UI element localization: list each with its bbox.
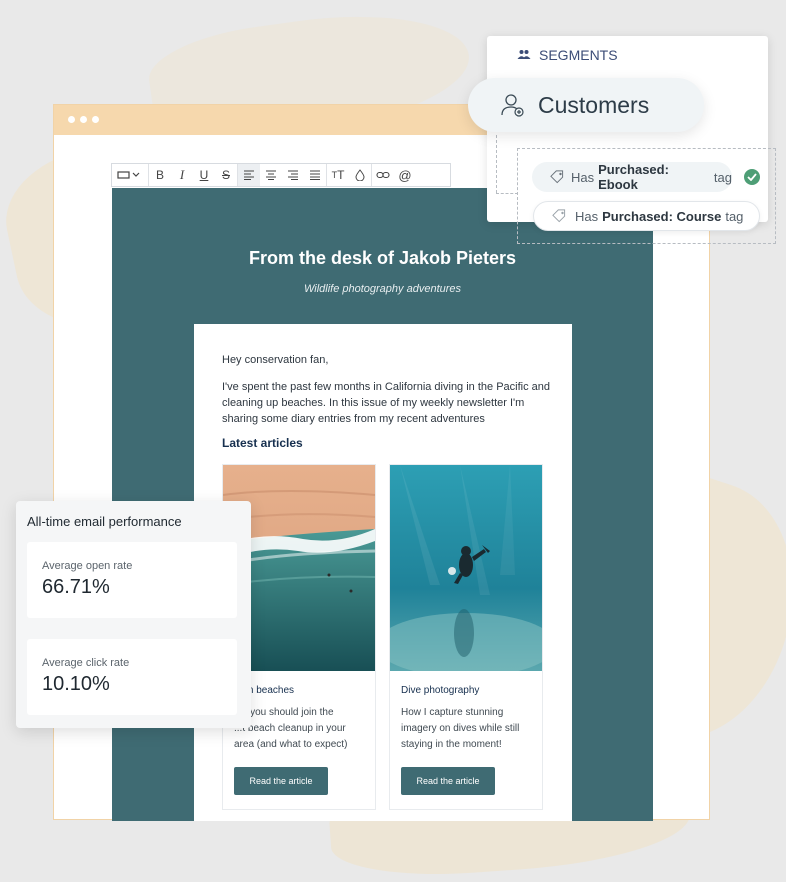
article-description-line: ...y you should join the (234, 707, 334, 718)
underwater-diver-photo (390, 465, 542, 671)
open-rate-card: Average open rate 66.71% (27, 542, 237, 618)
tag-suffix: tag (725, 208, 744, 224)
read-article-button[interactable]: Read the article (401, 767, 495, 795)
align-left-icon[interactable] (238, 164, 260, 186)
tag-icon (552, 209, 567, 223)
metric-label: Average open rate (42, 560, 133, 572)
article-description-line: staying in the moment! (401, 739, 502, 750)
segment-label: Customers (538, 91, 650, 118)
block-style-icon[interactable] (112, 164, 148, 186)
formatting-toolbar: B I U S TT @ (111, 163, 451, 187)
window-control-dot[interactable] (92, 116, 99, 123)
strikethrough-icon[interactable]: S (215, 164, 237, 186)
click-rate-card: Average click rate 10.10% (27, 639, 237, 715)
color-drop-icon[interactable] (349, 164, 371, 186)
tag-icon (550, 170, 565, 184)
email-title[interactable]: From the desk of Jakob Pieters (112, 248, 653, 269)
metric-value: 10.10% (42, 673, 110, 695)
underline-icon[interactable]: U (193, 164, 215, 186)
bold-icon[interactable]: B (149, 164, 171, 186)
segment-customers[interactable]: Customers (468, 78, 704, 132)
tag-prefix: Has (571, 169, 595, 185)
align-justify-icon[interactable] (304, 164, 326, 186)
window-control-dot[interactable] (80, 116, 87, 123)
email-intro-line[interactable]: cleaning up beaches. In this issue of my… (222, 395, 524, 411)
text-size-icon[interactable]: TT (327, 164, 349, 186)
article-card: Dive photography How I capture stunning … (389, 464, 543, 810)
article-description-line: ...t beach cleanup in your (234, 723, 346, 734)
connector-line (496, 135, 497, 193)
read-article-button[interactable]: Read the article (234, 767, 328, 795)
link-icon[interactable] (372, 164, 394, 186)
email-intro-line[interactable]: I've spent the past few months in Califo… (222, 379, 550, 395)
article-title[interactable]: Dive photography (401, 685, 479, 696)
user-add-icon (500, 92, 526, 118)
tag-name: Purchased: Course (602, 208, 722, 224)
mention-icon[interactable]: @ (394, 164, 416, 186)
articles-heading[interactable]: Latest articles (222, 436, 303, 450)
people-group-icon (517, 47, 531, 63)
performance-title: All-time email performance (27, 514, 182, 529)
tag-suffix: tag (713, 169, 732, 185)
email-subtitle[interactable]: Wildlife photography adventures (112, 283, 653, 295)
article-description-line: How I capture stunning (401, 707, 504, 718)
email-greeting[interactable]: Hey conservation fan, (222, 352, 328, 368)
connector-line (496, 193, 518, 194)
window-control-dot[interactable] (68, 116, 75, 123)
email-performance-panel: All-time email performance Average open … (16, 501, 251, 728)
align-right-icon[interactable] (282, 164, 304, 186)
metric-label: Average click rate (42, 657, 130, 669)
tag-prefix: Has (575, 208, 599, 224)
italic-icon[interactable]: I (171, 164, 193, 186)
tag-rule-ebook[interactable]: Has Purchased: Ebook tag (532, 162, 732, 192)
segments-header: SEGMENTS (517, 47, 618, 63)
tag-rule-course[interactable]: Has Purchased: Course tag (533, 201, 760, 231)
tag-name: Purchased: Ebook (598, 162, 669, 192)
align-center-icon[interactable] (260, 164, 282, 186)
article-description: How I capture stunning imagery on dives … (401, 705, 533, 753)
article-description-line: area (and what to expect) (234, 739, 348, 750)
segments-title: SEGMENTS (539, 47, 618, 63)
metric-value: 66.71% (42, 576, 110, 598)
email-intro-line[interactable]: sharing some diary entries from my recen… (222, 411, 485, 427)
check-circle-icon (744, 169, 760, 185)
article-description: ...y you should join the ...t beach clea… (234, 705, 366, 753)
article-description-line: imagery on dives while still (401, 723, 520, 734)
